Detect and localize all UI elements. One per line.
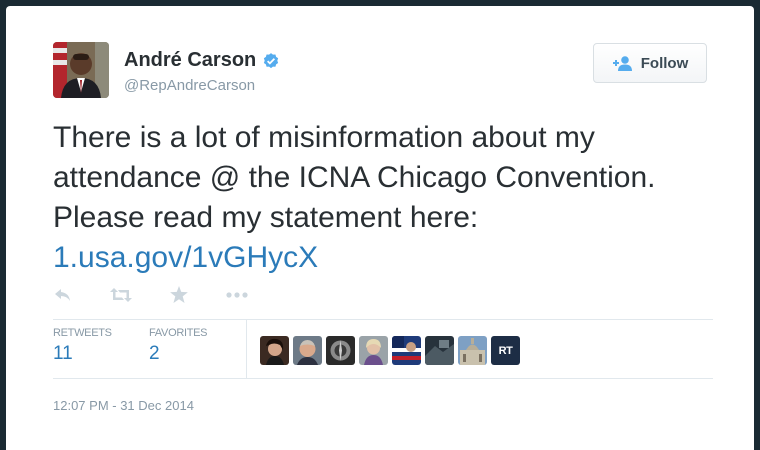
tweet-timestamp[interactable]: 12:07 PM - 31 Dec 2014 xyxy=(53,398,194,413)
favorites-count: 2 xyxy=(149,343,160,364)
tweet-body: There is a lot of misinformation about m… xyxy=(53,121,656,234)
favoriter-avatar[interactable] xyxy=(326,336,355,365)
tweet-card: André Carson @RepAndreCarson Follow Ther… xyxy=(6,6,754,450)
favoriter-avatar[interactable] xyxy=(425,336,454,365)
rt-logo-text: RT xyxy=(498,344,513,357)
favoriter-avatar[interactable] xyxy=(359,336,388,365)
more-icon[interactable] xyxy=(226,291,248,298)
favoriter-avatar[interactable] xyxy=(458,336,487,365)
follow-button[interactable]: Follow xyxy=(593,43,707,83)
favoriters-list: RT xyxy=(260,336,524,365)
follow-label: Follow xyxy=(640,54,689,72)
tweet-text: There is a lot of misinformation about m… xyxy=(53,118,713,278)
favorite-icon[interactable] xyxy=(170,286,188,303)
reply-icon[interactable] xyxy=(54,288,72,302)
divider xyxy=(53,319,713,320)
retweets-stat[interactable]: RETWEETS 11 xyxy=(53,327,112,365)
profile-avatar[interactable] xyxy=(53,42,109,98)
verified-badge-icon xyxy=(264,52,279,68)
retweet-icon[interactable] xyxy=(110,287,132,302)
add-user-icon xyxy=(612,56,632,71)
user-name[interactable]: André Carson xyxy=(124,49,256,72)
favoriter-avatar[interactable] xyxy=(260,336,289,365)
favorites-label: FAVORITES xyxy=(149,327,208,339)
divider xyxy=(53,378,713,379)
user-handle[interactable]: @RepAndreCarson xyxy=(124,77,255,94)
favorites-stat[interactable]: FAVORITES 2 xyxy=(149,327,208,365)
retweets-label: RETWEETS xyxy=(53,327,112,339)
favoriter-avatar[interactable] xyxy=(293,336,322,365)
favoriter-avatar-rt[interactable]: RT xyxy=(491,336,520,365)
divider xyxy=(246,320,247,378)
favoriter-avatar[interactable] xyxy=(392,336,421,365)
retweets-count: 11 xyxy=(53,343,73,364)
tweet-link[interactable]: 1.usa.gov/1vGHycX xyxy=(53,241,318,274)
tweet-actions xyxy=(54,286,286,303)
